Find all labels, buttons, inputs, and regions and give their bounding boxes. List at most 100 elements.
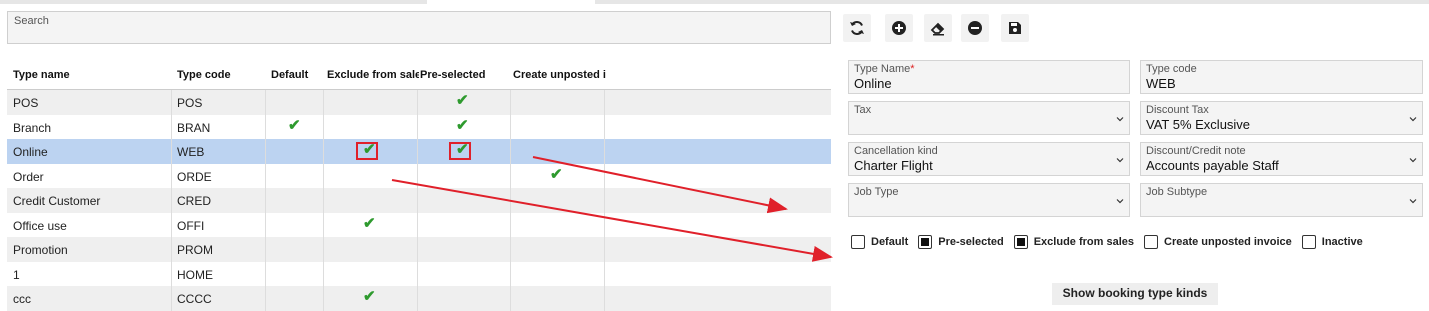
column-divider <box>265 212 266 237</box>
checkbox-exclude-from-sales[interactable]: Exclude from sales <box>1013 235 1134 249</box>
type-name-field[interactable]: Type Name* Online <box>848 60 1130 94</box>
column-divider <box>323 237 324 262</box>
checkbox-label: Pre-selected <box>938 236 1004 248</box>
checkbox-label: Create unposted invoice <box>1164 236 1292 248</box>
column-divider <box>265 188 266 213</box>
cancellation-kind-select[interactable]: Cancellation kind Charter Flight <box>848 142 1130 176</box>
table-row[interactable]: Office use OFFI ✔ <box>7 212 831 237</box>
col-create-unposted[interactable]: Create unposted i <box>513 69 607 81</box>
annotation-highlight-box <box>449 142 471 160</box>
tax-select[interactable]: Tax <box>848 101 1130 135</box>
table-row[interactable]: Credit Customer CRED <box>7 188 831 213</box>
table-row[interactable]: POS POS ✔ <box>7 90 831 115</box>
column-divider <box>323 114 324 139</box>
chevron-down-icon <box>1116 117 1124 122</box>
checkbox-box[interactable] <box>1144 235 1158 249</box>
column-divider <box>510 212 511 237</box>
column-divider <box>171 261 172 286</box>
clear-button[interactable] <box>924 14 952 42</box>
type-name-cell: Branch <box>13 120 52 135</box>
discount-credit-note-label: Discount/Credit note <box>1146 145 1246 157</box>
save-button[interactable] <box>1001 14 1029 42</box>
column-divider <box>417 237 418 262</box>
check-icon: ✔ <box>363 214 376 232</box>
column-divider <box>171 139 172 164</box>
annotation-highlight-box <box>356 142 378 160</box>
delete-button[interactable] <box>961 14 989 42</box>
column-divider <box>510 114 511 139</box>
col-type-name[interactable]: Type name <box>13 69 163 81</box>
col-exclude-from-sales[interactable]: Exclude from sales <box>327 69 419 81</box>
job-type-select[interactable]: Job Type <box>848 183 1130 217</box>
table-row[interactable]: Online WEB ✔ ✔ <box>7 139 831 164</box>
table-row[interactable]: ccc CCCC ✔ <box>7 286 831 311</box>
table-body: POS POS ✔ Branch BRAN ✔ ✔ Online WEB ✔ ✔ Order ORDE ✔… <box>7 90 831 311</box>
job-subtype-select[interactable]: Job Subtype <box>1140 183 1423 217</box>
col-pre-selected[interactable]: Pre-selected <box>420 69 508 81</box>
table-row[interactable]: Promotion PROM <box>7 237 831 262</box>
discount-tax-label: Discount Tax <box>1146 104 1209 116</box>
column-divider <box>604 286 605 311</box>
column-divider <box>417 114 418 139</box>
show-booking-type-kinds-button[interactable]: Show booking type kinds <box>1052 283 1218 305</box>
column-divider <box>604 139 605 164</box>
checkbox-box[interactable] <box>918 235 933 249</box>
checkbox-inactive[interactable]: Inactive <box>1301 235 1363 249</box>
column-divider <box>417 286 418 311</box>
column-divider <box>604 163 605 188</box>
column-divider <box>417 139 418 164</box>
column-divider <box>323 286 324 311</box>
column-divider <box>323 212 324 237</box>
type-code-cell: BRAN <box>177 120 211 135</box>
type-code-cell: PROM <box>177 243 213 257</box>
refresh-button[interactable] <box>843 14 871 42</box>
checkbox-create-unposted-invoice[interactable]: Create unposted invoice <box>1144 235 1292 249</box>
checkbox-box[interactable] <box>1301 235 1316 249</box>
column-divider <box>171 90 172 115</box>
add-button[interactable] <box>885 14 913 42</box>
checkbox-default[interactable]: Default <box>851 235 908 249</box>
type-code-cell: OFFI <box>177 218 205 233</box>
check-icon: ✔ <box>456 116 469 134</box>
column-divider <box>510 188 511 213</box>
type-name-cell: Online <box>13 145 48 159</box>
checkbox-pre-selected[interactable]: Pre-selected <box>918 235 1004 249</box>
job-type-label: Job Type <box>854 186 899 198</box>
discount-tax-select[interactable]: Discount Tax VAT 5% Exclusive <box>1140 101 1423 135</box>
discount-credit-note-value: Accounts payable Staff <box>1146 158 1279 173</box>
type-code-cell: ORDE <box>177 169 212 184</box>
checkbox-label: Exclude from sales <box>1033 236 1134 248</box>
column-divider <box>417 261 418 286</box>
column-divider <box>171 163 172 188</box>
type-code-cell: POS <box>177 96 203 110</box>
chevron-down-icon <box>1409 117 1417 122</box>
col-default[interactable]: Default <box>271 69 321 81</box>
column-divider <box>265 90 266 115</box>
remove-circle-icon <box>968 21 982 35</box>
type-code-label: Type code <box>1146 63 1197 75</box>
search-input[interactable]: Search <box>7 11 831 44</box>
check-icon: ✔ <box>456 92 469 109</box>
type-code-value: WEB <box>1146 76 1176 91</box>
add-circle-icon <box>892 21 906 35</box>
check-icon: ✔ <box>363 288 376 305</box>
column-divider <box>604 90 605 115</box>
type-name-cell: Credit Customer <box>13 194 101 208</box>
table-row[interactable]: Order ORDE ✔ <box>7 163 831 188</box>
column-divider <box>323 261 324 286</box>
type-name-cell: ccc <box>13 292 31 306</box>
col-type-code[interactable]: Type code <box>177 69 262 81</box>
column-divider <box>323 90 324 115</box>
type-code-field[interactable]: Type code WEB <box>1140 60 1423 94</box>
column-divider <box>604 188 605 213</box>
check-icon: ✔ <box>550 165 563 183</box>
type-name-cell: Office use <box>13 218 67 233</box>
column-divider <box>510 139 511 164</box>
table-row[interactable]: Branch BRAN ✔ ✔ <box>7 114 831 139</box>
column-divider <box>417 163 418 188</box>
discount-credit-note-select[interactable]: Discount/Credit note Accounts payable St… <box>1140 142 1423 176</box>
table-row[interactable]: 1 HOME <box>7 261 831 286</box>
type-code-cell: CRED <box>177 194 212 208</box>
checkbox-box[interactable] <box>851 235 865 249</box>
checkbox-box[interactable] <box>1013 235 1028 249</box>
